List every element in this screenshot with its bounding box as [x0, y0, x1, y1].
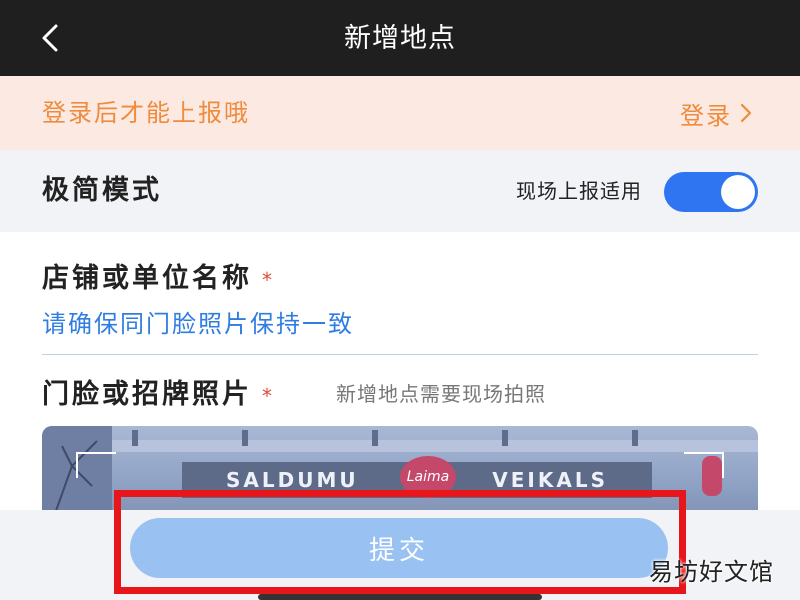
required-mark: *	[262, 384, 275, 408]
form-card: 店铺或单位名称 * 请确保同门脸照片保持一致 门脸或招牌照片 * 新增地点需要现场拍…	[0, 232, 800, 522]
simple-mode-label: 极简模式	[42, 175, 162, 206]
storefront-photo-label: 门脸或招牌照片 *	[42, 372, 275, 411]
viewfinder-corner-top-left	[76, 452, 116, 478]
page-title: 新增地点	[344, 23, 456, 54]
storefront-photo-label-text: 门脸或招牌照片	[42, 379, 252, 410]
store-name-input[interactable]: 请确保同门脸照片保持一致	[42, 304, 758, 355]
login-prompt-text: 登录后才能上报哦	[42, 99, 250, 127]
login-link-label: 登录	[680, 101, 732, 130]
photo-requirement-note: 新增地点需要现场拍照	[336, 382, 546, 406]
red-highlight-box	[114, 490, 686, 594]
login-banner: 登录后才能上报哦 登录	[0, 76, 800, 150]
viewfinder-corner-top-right	[684, 452, 724, 478]
login-link[interactable]: 登录	[680, 76, 752, 150]
store-name-label: 店铺或单位名称 *	[42, 256, 275, 295]
store-sign-left-text: SALDUMU	[226, 468, 359, 492]
top-navigation-bar: 新增地点	[0, 0, 800, 76]
simple-mode-hint: 现场上报适用	[516, 179, 642, 203]
store-name-label-text: 店铺或单位名称	[42, 263, 252, 294]
store-sign-right-text: VEIKALS	[492, 468, 608, 492]
chevron-right-icon	[740, 103, 752, 123]
watermark: 易坊好文馆	[649, 558, 774, 586]
home-indicator	[258, 594, 542, 600]
toggle-knob	[721, 175, 755, 209]
simple-mode-toggle[interactable]	[664, 172, 758, 212]
required-mark: *	[262, 268, 275, 292]
